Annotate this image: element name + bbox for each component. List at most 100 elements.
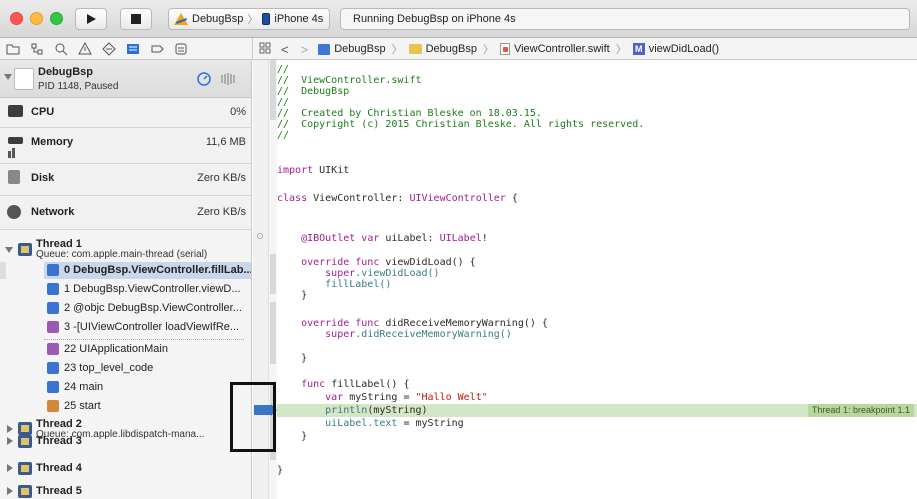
- gauge-label: Network: [31, 206, 75, 218]
- identifier: .didReceiveMemoryWarning(): [355, 329, 512, 340]
- stack-frame[interactable]: 23 top_level_code: [44, 360, 251, 377]
- thread-queue: Queue: com.apple.main-thread (serial): [36, 249, 208, 260]
- breadcrumb-file-label: ViewController.swift: [513, 43, 610, 55]
- code-line: class ViewController: UIViewController {: [277, 193, 518, 205]
- test-navigator-icon[interactable]: [102, 42, 116, 56]
- breakpoint-annotation: Thread 1: breakpoint 1.1: [807, 404, 914, 417]
- system-frame-icon: [47, 400, 59, 412]
- code-line: println(myString): [277, 405, 427, 417]
- code-line: @IBOutlet var uiLabel: UILabel!: [277, 233, 488, 245]
- type-name: UIViewController: [409, 193, 506, 204]
- code-line: import UIKit: [277, 165, 349, 177]
- network-gauge[interactable]: Network Zero KB/s: [0, 196, 251, 230]
- view-options-icon[interactable]: [220, 72, 236, 89]
- process-header[interactable]: DebugBsp PID 1148, Paused: [0, 60, 251, 98]
- back-arrow-icon[interactable]: <: [281, 42, 289, 57]
- memory-bar-icon: [8, 151, 11, 158]
- run-button[interactable]: [75, 8, 107, 30]
- user-code-frame-icon: [47, 381, 59, 393]
- identifier: myString =: [343, 392, 416, 403]
- stack-frame-label: 23 top_level_code: [64, 362, 154, 374]
- stack-frame[interactable]: 25 start: [44, 398, 251, 415]
- outlet-connection-icon[interactable]: [257, 233, 263, 239]
- play-icon: [76, 9, 106, 29]
- thread-row[interactable]: Thread 4: [0, 457, 251, 479]
- keyword: override func: [277, 257, 380, 268]
- cpu-gauge[interactable]: CPU 0%: [0, 98, 251, 128]
- stack-frame[interactable]: 0 DebugBsp.ViewController.fillLab...: [44, 262, 252, 279]
- symbol-navigator-icon[interactable]: [30, 42, 44, 56]
- gauge-value: Zero KB/s: [197, 206, 246, 218]
- identifier: viewDidLoad() {: [379, 257, 476, 268]
- thread-row[interactable]: Thread 3: [0, 430, 251, 452]
- disclosure-right-icon[interactable]: [7, 487, 13, 495]
- frames-divider: [44, 336, 244, 340]
- code-line: }: [277, 290, 308, 301]
- breadcrumb-method[interactable]: M viewDidLoad(): [632, 43, 720, 55]
- identifier: = myString: [397, 418, 464, 429]
- attribute: @IBOutlet: [277, 233, 356, 244]
- punctuation: !: [481, 233, 488, 244]
- source-editor[interactable]: Thread 1: breakpoint 1.1 // // ViewContr…: [277, 60, 917, 499]
- report-navigator-icon[interactable]: [174, 42, 188, 56]
- stack-frame[interactable]: 24 main: [44, 379, 251, 396]
- warning-icon[interactable]: [78, 41, 92, 56]
- memory-icon: [8, 137, 23, 144]
- keyword: func: [277, 379, 326, 390]
- forward-arrow-icon[interactable]: >: [301, 42, 309, 57]
- user-code-frame-icon: [47, 302, 59, 314]
- stack-frame-label: 25 start: [64, 400, 101, 412]
- disclosure-right-icon[interactable]: [7, 437, 13, 445]
- keyword: var: [355, 233, 380, 244]
- chevron-right-icon: 〉: [482, 44, 494, 56]
- stack-frame-label: 24 main: [64, 381, 104, 393]
- debug-navigator-icon[interactable]: [126, 42, 140, 56]
- device-name: iPhone 4s: [274, 13, 324, 25]
- keyword: super: [277, 268, 356, 279]
- user-code-frame-icon: [47, 362, 59, 374]
- stack-frame[interactable]: 2 @objc DebugBsp.ViewController...: [44, 300, 251, 317]
- user-code-frame-icon: [47, 283, 59, 295]
- breadcrumb-file[interactable]: ViewController.swift: [499, 43, 610, 55]
- breadcrumb-project[interactable]: DebugBsp: [318, 43, 386, 55]
- property: text: [373, 418, 398, 429]
- process-status: PID 1148, Paused: [38, 81, 119, 92]
- minimize-window-button[interactable]: [30, 12, 43, 25]
- disk-icon: [8, 170, 20, 184]
- breakpoint-navigator-icon[interactable]: [150, 42, 164, 56]
- identifier: fillLabel() {: [325, 379, 410, 390]
- thread-icon: [18, 485, 32, 498]
- disk-gauge[interactable]: Disk Zero KB/s: [0, 164, 251, 196]
- keyword: var: [277, 392, 344, 403]
- zoom-window-button[interactable]: [50, 12, 63, 25]
- function-call: println: [277, 405, 368, 416]
- memory-gauge[interactable]: Memory 11,6 MB: [0, 128, 251, 164]
- highlight-box: [230, 382, 276, 452]
- breadcrumb-method-label: viewDidLoad(): [648, 43, 720, 55]
- chevron-right-icon: 〉: [247, 14, 259, 26]
- stop-icon: [121, 9, 151, 29]
- code-line: uiLabel.text = myString: [277, 418, 464, 430]
- system-frame-icon: [47, 321, 59, 333]
- disclosure-down-icon[interactable]: [5, 247, 13, 253]
- breadcrumb-group[interactable]: DebugBsp: [408, 43, 477, 55]
- stack-frame-label: 2 @objc DebugBsp.ViewController...: [64, 302, 242, 314]
- thread-row[interactable]: Thread 5: [0, 480, 251, 499]
- type-name: UILabel: [439, 233, 482, 244]
- search-icon[interactable]: [54, 42, 68, 56]
- thread-row[interactable]: Thread 1 Queue: com.apple.main-thread (s…: [0, 236, 251, 262]
- disclosure-right-icon[interactable]: [7, 464, 13, 472]
- related-items-icon[interactable]: [259, 42, 271, 57]
- iphone-icon: [262, 13, 271, 25]
- stack-frame-label: 0 DebugBsp.ViewController.fillLab...: [64, 264, 252, 276]
- gauge-icon[interactable]: [197, 72, 211, 89]
- scheme-selector[interactable]: DebugBsp 〉 iPhone 4s: [168, 8, 330, 30]
- stack-frame[interactable]: 22 UIApplicationMain: [44, 341, 251, 358]
- close-window-button[interactable]: [10, 12, 23, 25]
- fold-strip: [270, 254, 276, 294]
- disclosure-down-icon[interactable]: [4, 74, 12, 80]
- stack-frame[interactable]: 3 -[UIViewController loadViewIfRe...: [44, 319, 251, 336]
- stack-frame[interactable]: 1 DebugBsp.ViewController.viewD...: [44, 281, 251, 298]
- stop-button[interactable]: [120, 8, 152, 30]
- folder-icon[interactable]: [6, 42, 20, 56]
